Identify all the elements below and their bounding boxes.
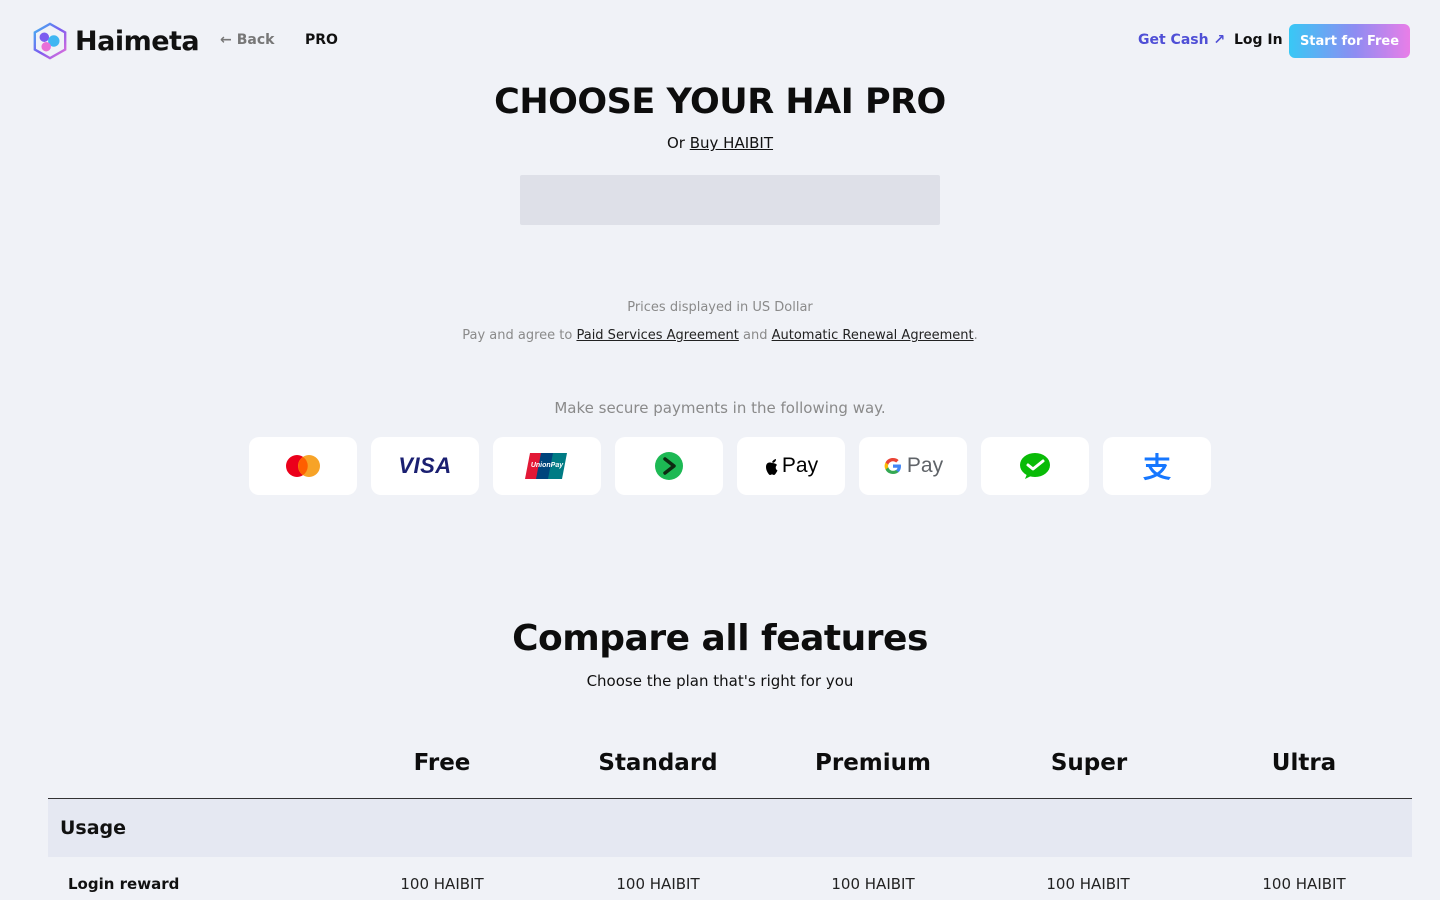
feature-value: 100 HAIBIT: [400, 875, 484, 893]
paid-services-link[interactable]: Paid Services Agreement: [576, 328, 738, 343]
feature-value: 100 HAIBIT: [616, 875, 700, 893]
buy-haibit-link[interactable]: Buy HAIBIT: [690, 134, 773, 152]
payment-unionpay[interactable]: UnionPay: [493, 437, 601, 495]
google-pay-icon: Pay: [883, 454, 943, 478]
hero-subtitle: Or Buy HAIBIT: [0, 134, 1440, 152]
plan-header-super: Super: [1050, 750, 1128, 776]
payment-methods: VISA UnionPay Pay Pay 支: [249, 437, 1211, 495]
payment-pay-arrow[interactable]: [615, 437, 723, 495]
sub-prefix: Or: [666, 134, 685, 152]
payment-wechat-pay[interactable]: [981, 437, 1089, 495]
feature-value: 100 HAIBIT: [1262, 875, 1346, 893]
mastercard-icon: [286, 455, 320, 477]
feature-value: 100 HAIBIT: [831, 875, 915, 893]
agree-suffix: .: [973, 328, 978, 343]
arrow-left-icon: ←: [220, 32, 232, 48]
apple-pay-icon: Pay: [764, 454, 818, 478]
section-row-usage: Usage: [48, 799, 1412, 857]
haimeta-logo[interactable]: Haimeta: [31, 22, 200, 60]
get-cash-link[interactable]: Get Cash ↗: [1138, 32, 1225, 48]
compare-subtitle: Choose the plan that's right for you: [586, 672, 854, 690]
page-title: CHOOSE YOUR HAI PRO: [494, 82, 946, 122]
payment-mastercard[interactable]: [249, 437, 357, 495]
agree-prefix: Pay and agree to: [462, 328, 573, 343]
wechat-pay-icon: [1020, 453, 1050, 479]
back-label: Back: [236, 32, 275, 48]
auto-renewal-link[interactable]: Automatic Renewal Agreement: [772, 328, 974, 343]
payment-apple-pay[interactable]: Pay: [737, 437, 845, 495]
haimeta-logo-icon: [33, 22, 67, 60]
google-pay-text: Pay: [906, 454, 944, 477]
payment-google-pay[interactable]: Pay: [859, 437, 967, 495]
secure-payments-note: Make secure payments in the following wa…: [554, 399, 886, 417]
prices-note: Prices displayed in US Dollar: [627, 300, 813, 315]
google-g-icon: [884, 458, 901, 474]
feature-label-login-reward: Login reward: [68, 875, 180, 893]
payment-visa[interactable]: VISA: [371, 437, 479, 495]
visa-icon: VISA: [398, 453, 452, 478]
compare-title: Compare all features: [512, 618, 928, 659]
plan-header-ultra: Ultra: [1271, 750, 1337, 776]
apple-logo-icon: [765, 458, 778, 475]
login-link[interactable]: Log In: [1234, 32, 1283, 48]
feature-value: 100 HAIBIT: [1046, 875, 1130, 893]
apple-pay-text: Pay: [781, 454, 819, 477]
logo-text: Haimeta: [75, 25, 200, 57]
payment-alipay[interactable]: 支: [1103, 437, 1211, 495]
plan-selector-placeholder: [520, 175, 940, 225]
agreement-note: Pay and agree to Paid Services Agreement…: [0, 328, 1440, 343]
back-link[interactable]: ← Back: [220, 32, 274, 48]
plan-header-standard: Standard: [598, 750, 718, 776]
start-free-button[interactable]: Start for Free: [1289, 24, 1410, 58]
unionpay-icon: UnionPay: [525, 453, 567, 479]
agree-mid: and: [742, 328, 768, 343]
plan-header-premium: Premium: [815, 750, 931, 776]
svg-text:UnionPay: UnionPay: [531, 462, 564, 469]
top-nav: Haimeta ← Back PRO Get Cash ↗ Log In Sta…: [0, 0, 1440, 82]
plan-header-free: Free: [413, 750, 471, 776]
section-label: Usage: [60, 817, 127, 839]
pay-arrow-icon: [655, 452, 683, 480]
nav-pro[interactable]: PRO: [305, 32, 338, 48]
alipay-icon: 支: [1142, 451, 1171, 484]
